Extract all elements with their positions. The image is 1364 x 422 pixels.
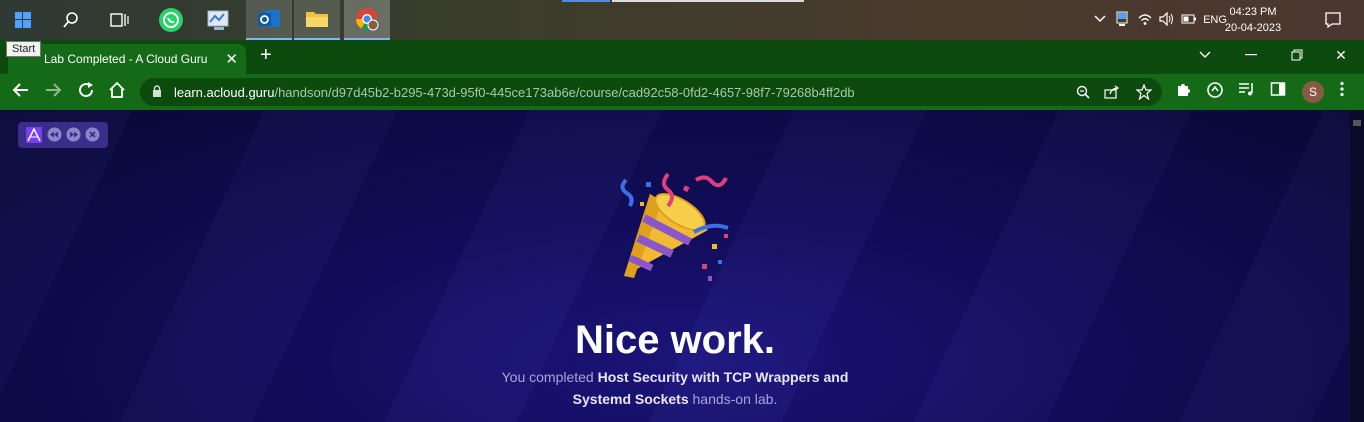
menu-dots-icon[interactable] — [1340, 81, 1344, 102]
close-window-icon[interactable]: ✕ — [1318, 40, 1364, 70]
volume-icon[interactable] — [1156, 11, 1178, 29]
extensions-puzzle-icon[interactable] — [1176, 81, 1192, 102]
address-bar[interactable]: learn.acloud.guru/handson/d97d45b2-b295-… — [140, 78, 1162, 106]
profile-avatar[interactable]: S — [1302, 81, 1324, 103]
windows-start-icon[interactable] — [0, 0, 46, 40]
system-monitor-app-icon[interactable] — [196, 0, 242, 40]
system-tray: ENG — [1090, 0, 1230, 40]
url-text: learn.acloud.guru/handson/d97d45b2-b295-… — [174, 85, 855, 100]
url-host: learn.acloud.guru — [174, 85, 275, 100]
party-popper-icon — [616, 172, 736, 289]
wifi-icon[interactable] — [1134, 12, 1156, 29]
fast-forward-icon[interactable] — [66, 127, 81, 147]
scrollbar-thumb[interactable] — [1353, 120, 1361, 126]
clock[interactable]: 04:23 PM 20-04-2023 — [1218, 4, 1288, 36]
clock-date: 20-04-2023 — [1224, 22, 1282, 34]
bookmark-star-icon[interactable] — [1135, 83, 1153, 105]
lock-icon[interactable] — [152, 85, 162, 103]
file-explorer-icon[interactable] — [294, 0, 340, 40]
rewind-icon[interactable] — [47, 127, 62, 147]
home-icon[interactable] — [108, 81, 126, 104]
tab-title: Lab Completed - A Cloud Guru — [44, 52, 208, 66]
message-prefix: You completed — [501, 369, 598, 385]
completion-heading: Nice work. — [574, 318, 776, 362]
share-icon[interactable] — [1104, 85, 1120, 104]
clock-time: 04:23 PM — [1229, 6, 1277, 18]
task-view-icon[interactable] — [96, 0, 142, 40]
chrome-icon[interactable] — [344, 0, 390, 40]
url-path: /handson/d97d45b2-b295-473d-95f0-445ce17… — [274, 85, 855, 100]
taskbar-progress-indicator — [612, 0, 804, 2]
completion-message: You completed Host Security with TCP Wra… — [490, 366, 860, 410]
outlook-icon[interactable] — [246, 0, 292, 40]
start-tooltip: Start — [6, 41, 42, 57]
page-content: Nice work. You completed Host Security w… — [0, 110, 1364, 422]
back-arrow-icon[interactable] — [12, 81, 30, 104]
whatsapp-icon[interactable] — [148, 0, 194, 40]
page-scrollbar[interactable] — [1350, 110, 1364, 422]
message-suffix: hands-on lab. — [688, 391, 778, 407]
device-icon[interactable] — [1110, 11, 1134, 30]
extension-logo-icon[interactable] — [26, 127, 42, 148]
search-icon[interactable] — [48, 0, 94, 40]
restore-icon[interactable] — [1274, 40, 1320, 70]
chevron-up-icon[interactable] — [1090, 14, 1110, 26]
browser-toolbar: learn.acloud.guru/handson/d97d45b2-b295-… — [0, 74, 1364, 110]
zoom-icon[interactable] — [1076, 85, 1090, 104]
close-overlay-icon[interactable] — [85, 127, 100, 147]
new-tab-button[interactable]: + — [260, 44, 272, 67]
taskbar: ENG 04:23 PM 20-04-2023 — [0, 0, 1364, 40]
tab-strip: Lab Completed - A Cloud Guru ✕ — [0, 40, 1364, 74]
side-panel-icon[interactable] — [1270, 81, 1286, 102]
tab-search-chevron-icon[interactable] — [1182, 40, 1228, 70]
close-tab-icon[interactable]: ✕ — [225, 50, 238, 68]
taskbar-progress-indicator — [562, 0, 610, 2]
reload-icon[interactable] — [77, 81, 95, 104]
browser-tab[interactable]: Lab Completed - A Cloud Guru ✕ — [8, 44, 246, 74]
sync-extension-icon[interactable] — [1206, 81, 1224, 104]
minimize-icon[interactable] — [1228, 40, 1274, 70]
notification-icon[interactable] — [1310, 0, 1356, 40]
battery-icon[interactable] — [1178, 14, 1200, 27]
media-control-icon[interactable] — [1238, 81, 1256, 102]
extension-overlay-controls — [18, 122, 108, 148]
forward-arrow-icon[interactable] — [44, 81, 62, 104]
